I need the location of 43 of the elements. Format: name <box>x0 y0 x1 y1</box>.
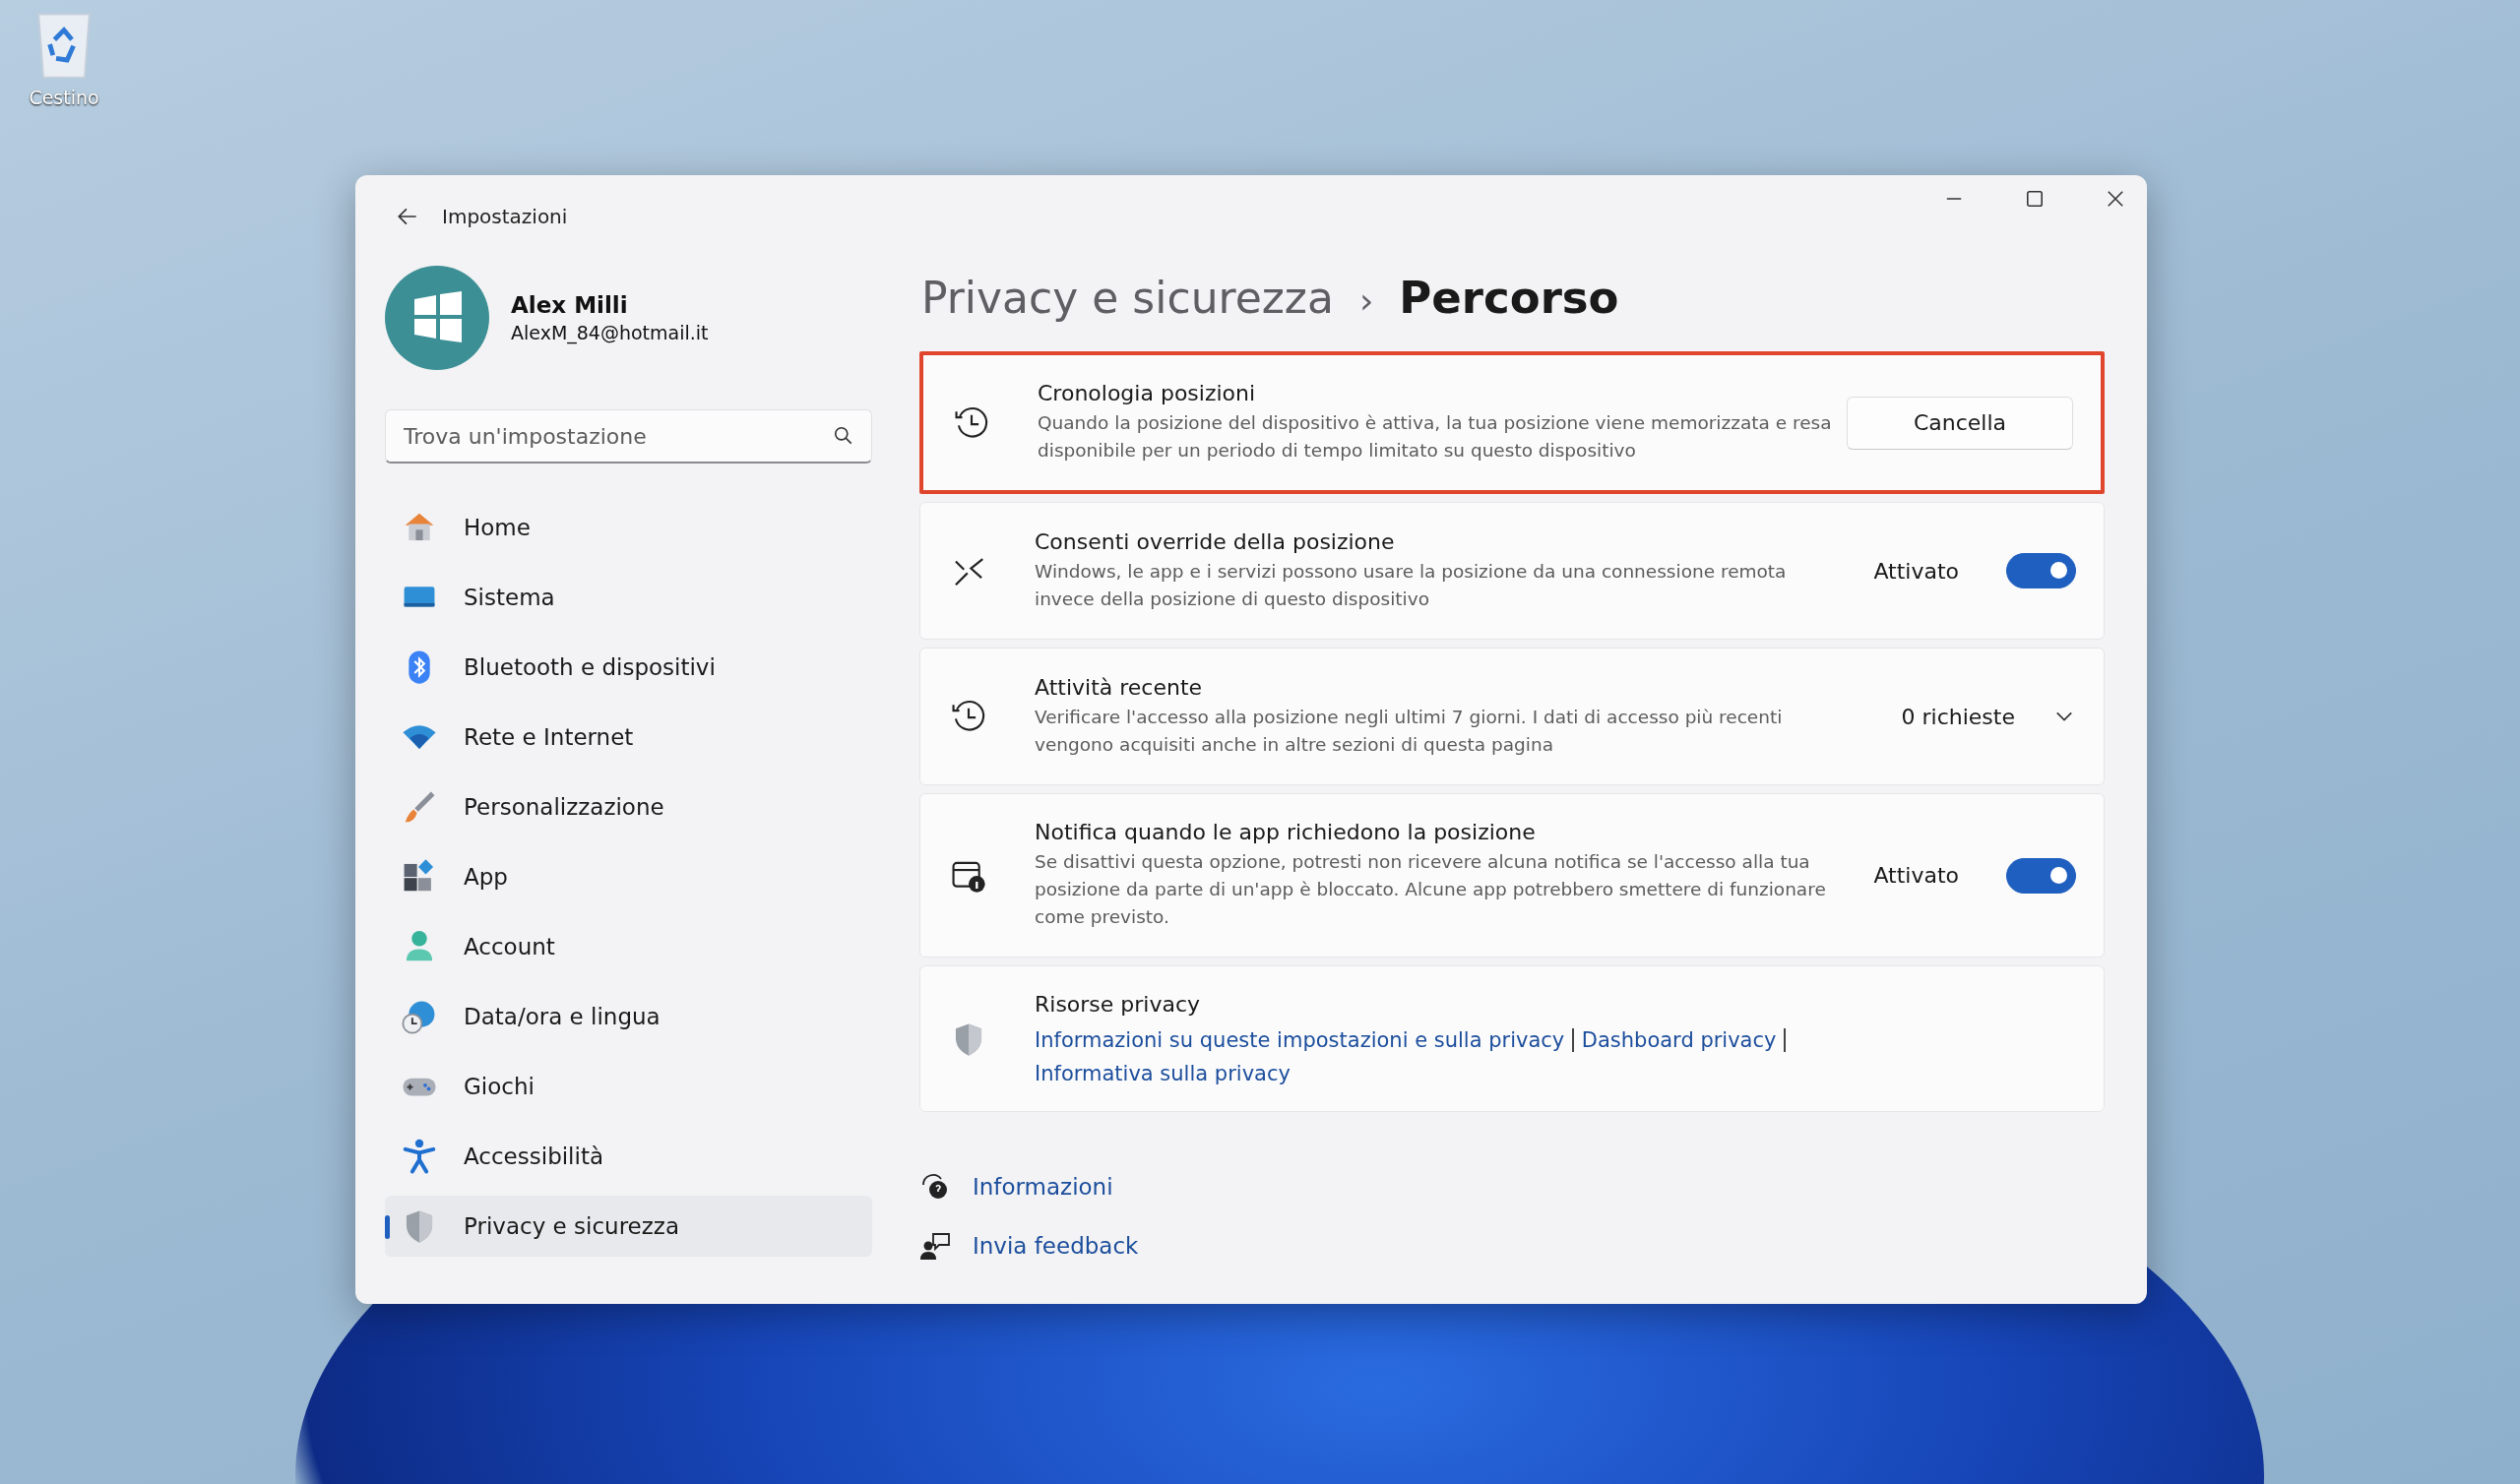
toggle-switch[interactable] <box>2006 553 2076 588</box>
nav-item[interactable]: Accessibilità <box>385 1126 872 1187</box>
setting-description: Quando la posizione del dispositivo è attiva, la tua posizione viene memorizzata e resa disponibile per un periodo di tempo limitato su questo dispositivo <box>1038 411 1833 463</box>
nav-item[interactable]: Bluetooth e dispositivi <box>385 637 872 698</box>
footer-link[interactable]: Informazioni <box>973 1174 1113 1200</box>
search-icon[interactable] <box>833 425 854 447</box>
breadcrumb-parent[interactable]: Privacy e sicurezza <box>921 273 1334 323</box>
nav-item[interactable]: Sistema <box>385 567 872 628</box>
search-field[interactable]: Trova un'impostazione <box>385 409 872 464</box>
avatar-logo-icon <box>385 266 489 370</box>
footer-link[interactable]: Invia feedback <box>973 1233 1139 1259</box>
privacy-link[interactable]: Informazioni su queste impostazioni e sulla privacy <box>1035 1028 1565 1052</box>
nav-item[interactable]: Account <box>385 916 872 977</box>
selection-indicator <box>385 1215 390 1239</box>
accessibility-figure-icon <box>401 1138 438 1175</box>
breadcrumb-separator: › <box>1358 280 1374 321</box>
privacy-link[interactable]: Informativa sulla privacy <box>1035 1062 1291 1085</box>
setting-description: Verificare l'accesso alla posizione negli ultimi 7 giorni. I dati di accesso più recenti vengono acquisiti anche in altre sezioni di questa pagina <box>1035 705 1784 757</box>
privacy-link[interactable]: Dashboard privacy <box>1581 1028 1777 1052</box>
nav-item[interactable]: Data/ora e lingua <box>385 986 872 1047</box>
setting-title: Consenti override della posizione <box>1035 528 1396 554</box>
nav-item[interactable]: Rete e Internet <box>385 707 872 768</box>
user-name: Alex Milli <box>511 292 629 318</box>
setting-title: Cronologia posizioni <box>1038 381 1257 405</box>
nav-item[interactable]: Home <box>385 497 872 558</box>
nav-item[interactable]: Personalizzazione <box>385 776 872 837</box>
page-title: Percorso <box>1399 272 1619 324</box>
setting-title: Risorse privacy <box>1035 992 1202 1017</box>
request-count: 0 richieste <box>1901 704 2015 729</box>
toggle-state-label: Attivato <box>1873 558 1959 584</box>
nav-item[interactable]: App <box>385 846 872 907</box>
toggle-switch[interactable] <box>2006 857 2076 894</box>
setting-title: Notifica quando le app richiedono la posizione <box>1035 820 1537 844</box>
setting-title: Attività recente <box>1035 674 1204 700</box>
window-title: Impostazioni <box>442 205 568 228</box>
clear-button[interactable]: Cancella <box>1847 396 2073 450</box>
setting-description: Windows, le app e i servizi possono usare la posizione da una connessione remota invece della posizione di questo dispositivo <box>1035 559 1788 611</box>
nav-item[interactable]: Privacy e sicurezza <box>385 1196 872 1257</box>
feedback-person-icon <box>919 1230 951 1262</box>
nav-item[interactable]: Giochi <box>385 1056 872 1117</box>
setting-description: Se disattivi questa opzione, potresti non ricevere alcuna notifica se l'accesso alla tua posizione da parte di un'app è bloccato. Alcune app potrebbero smettere di funzionare come previsto. <box>1035 850 1827 929</box>
user-email: AlexM_84@hotmail.it <box>511 322 709 343</box>
toggle-state-label: Attivato <box>1873 863 1959 888</box>
